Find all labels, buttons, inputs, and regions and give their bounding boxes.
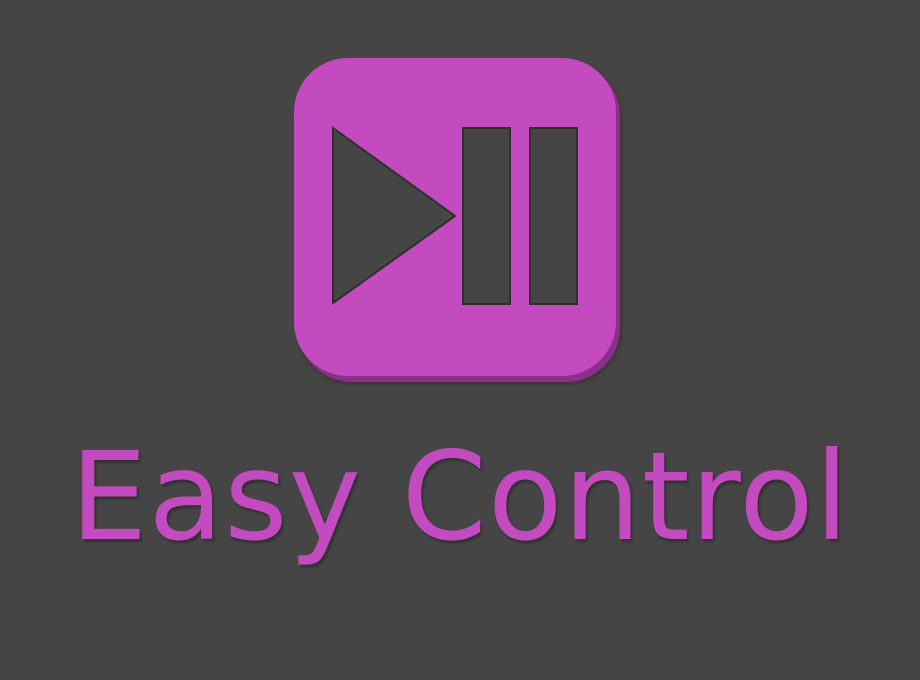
app-title: Easy Control [70,426,850,568]
app-logo [292,56,624,386]
pause-bar-left [462,127,511,305]
play-pause-icon [294,58,622,385]
pause-bar-right [529,127,578,305]
splash-screen: { "brand": { "title": "Easy Control", "a… [0,0,920,680]
